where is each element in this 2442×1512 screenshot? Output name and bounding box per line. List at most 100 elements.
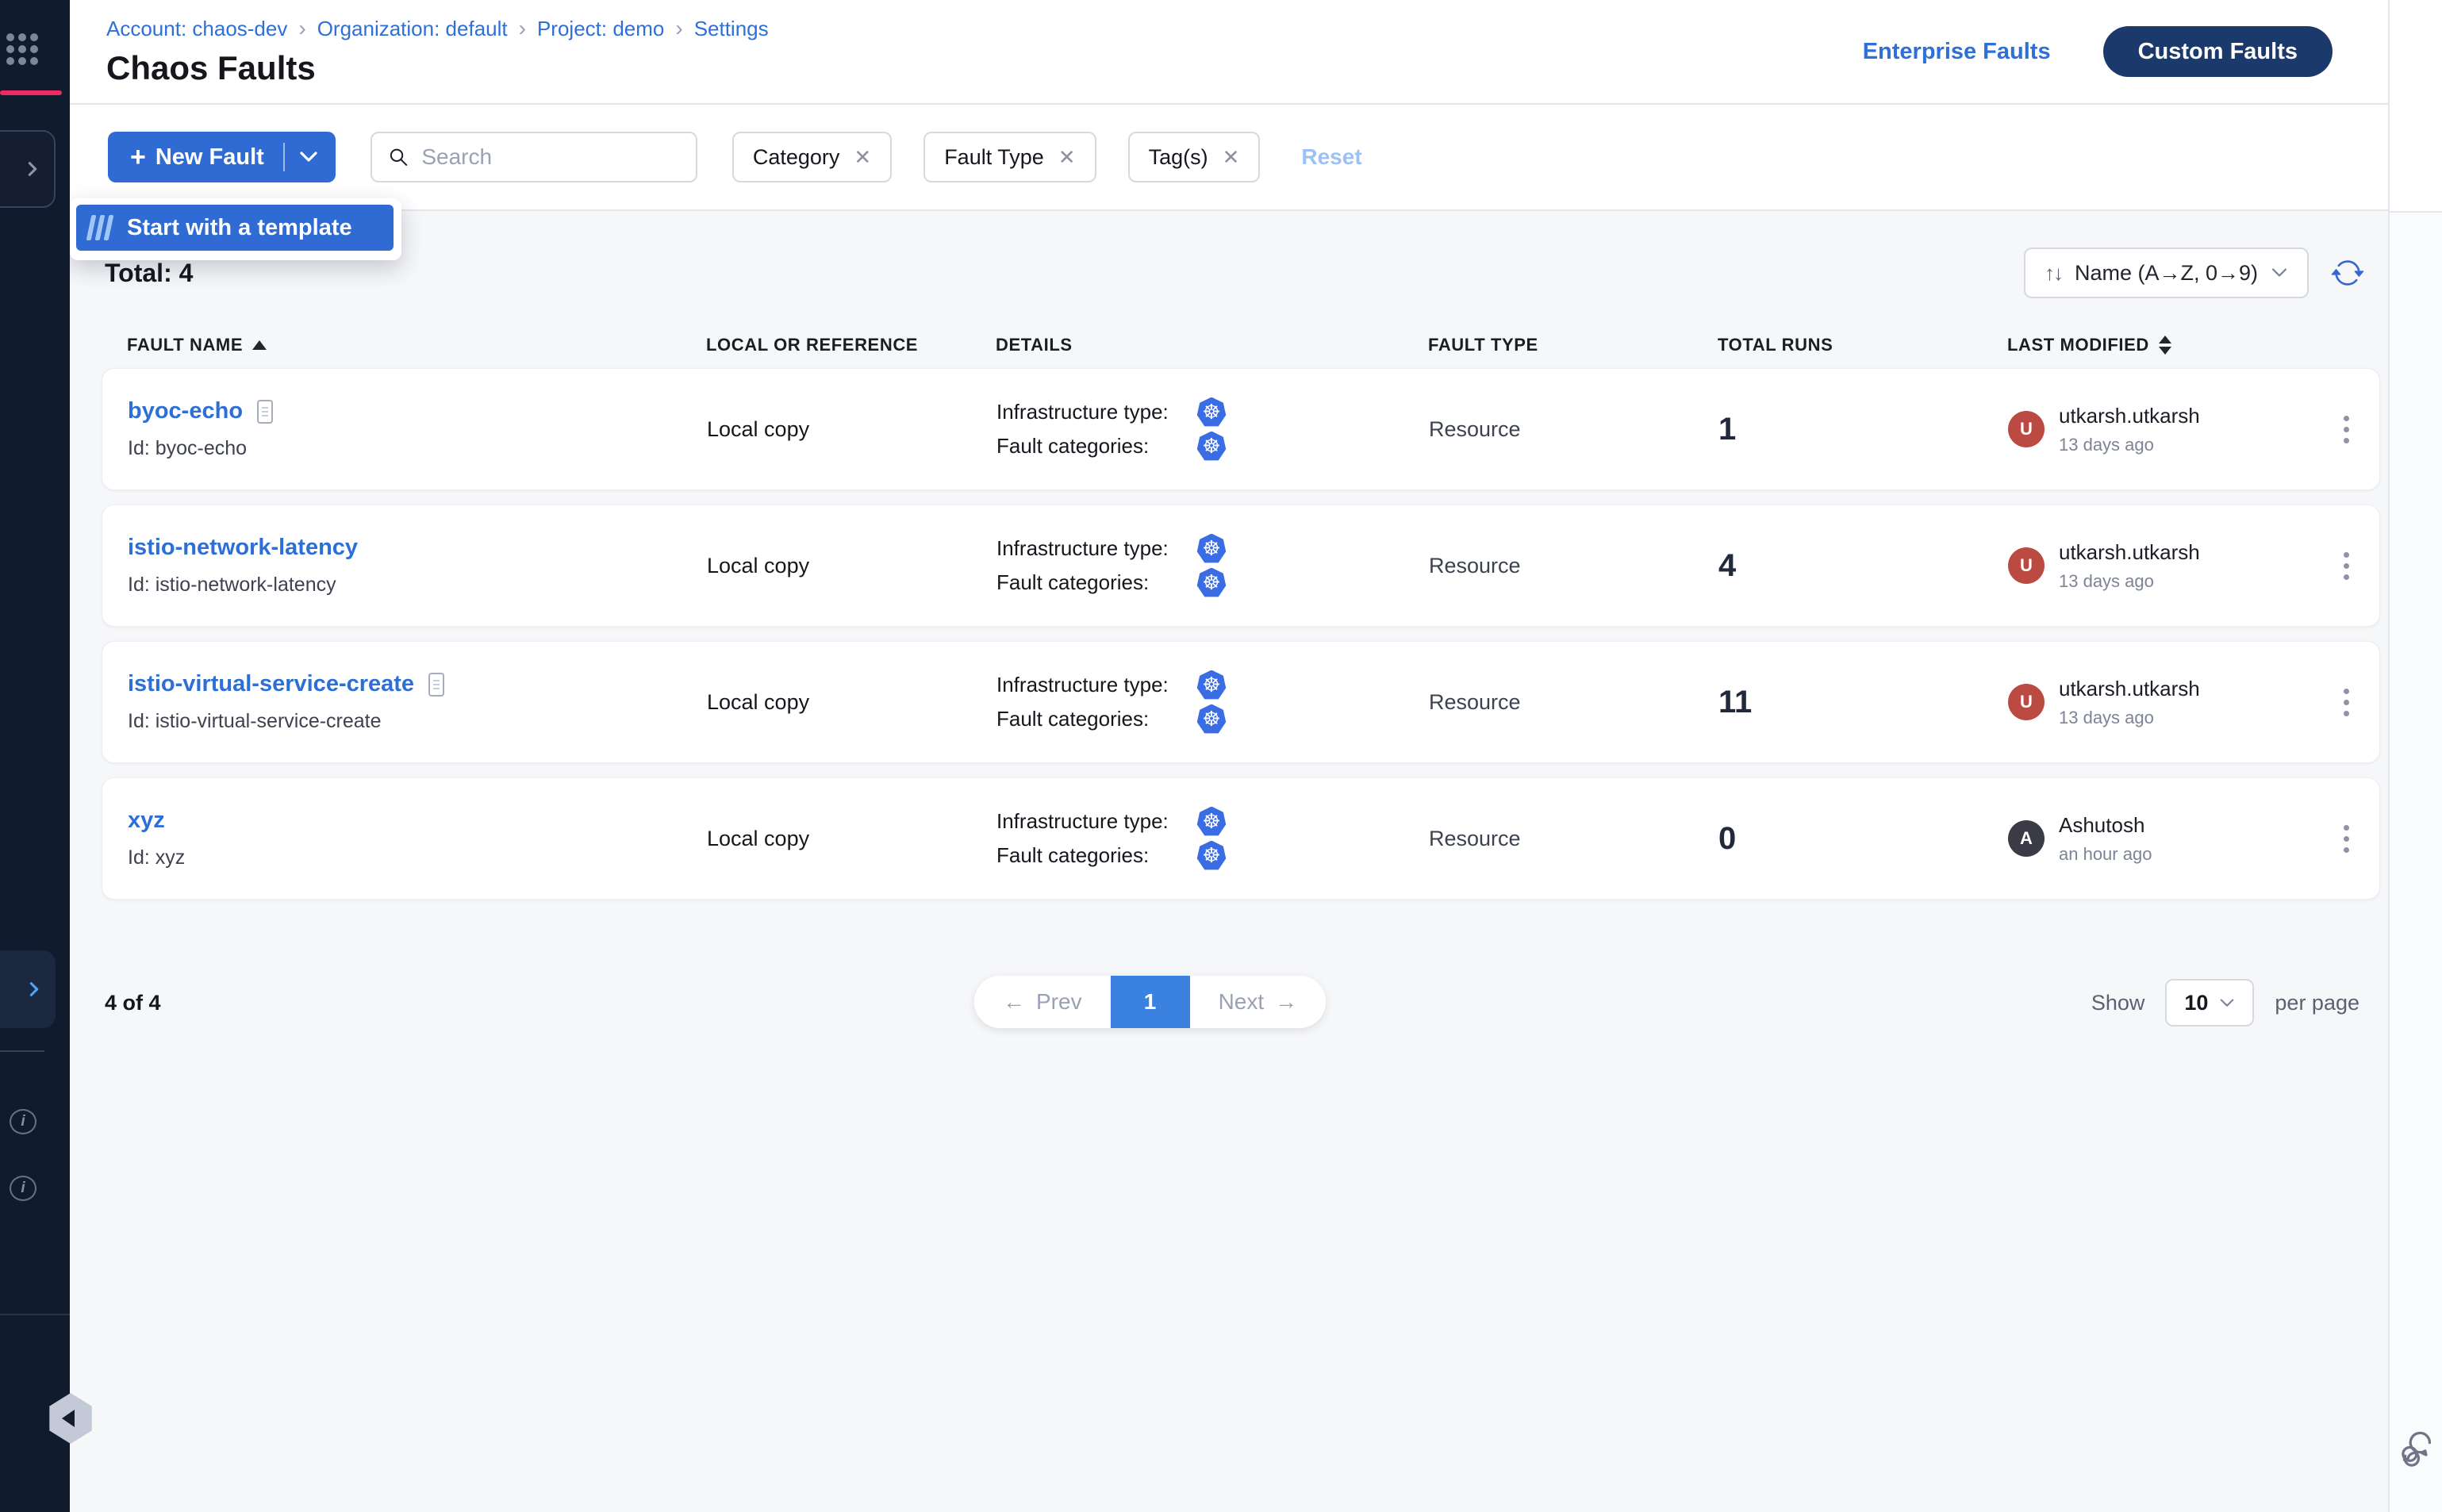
close-icon[interactable]: ✕ bbox=[1058, 145, 1076, 170]
reset-filters-link[interactable]: Reset bbox=[1301, 144, 1361, 170]
avatar: U bbox=[2008, 547, 2045, 584]
column-label: FAULT NAME bbox=[127, 335, 243, 355]
new-fault-button[interactable]: + New Fault bbox=[108, 132, 336, 182]
triangle-left-icon bbox=[62, 1410, 75, 1427]
fault-name-link[interactable]: istio-network-latency bbox=[128, 535, 358, 561]
page-header: Account: chaos-dev › Organization: defau… bbox=[70, 0, 2388, 105]
row-menu-icon[interactable] bbox=[2333, 820, 2360, 858]
breadcrumb-settings[interactable]: Settings bbox=[694, 17, 769, 41]
table-row[interactable]: xyz Id: xyz Local copy Infrastructure ty… bbox=[102, 777, 2380, 900]
filter-chips: Category ✕ Fault Type ✕ Tag(s) ✕ bbox=[732, 132, 1261, 182]
column-label: DETAILS bbox=[996, 335, 1073, 355]
filter-chip-label: Tag(s) bbox=[1149, 145, 1208, 170]
menu-item-label: Start with a template bbox=[127, 215, 352, 241]
column-fault-name[interactable]: FAULT NAME bbox=[127, 335, 706, 355]
infrastructure-type-label: Infrastructure type: bbox=[996, 809, 1196, 834]
breadcrumb-account[interactable]: Account: chaos-dev bbox=[106, 17, 287, 41]
sidebar-divider bbox=[0, 1050, 44, 1052]
breadcrumb-organization[interactable]: Organization: default bbox=[317, 17, 508, 41]
fault-type: Resource bbox=[1429, 690, 1718, 715]
modified-by: utkarsh.utkarsh bbox=[2059, 677, 2200, 701]
fault-categories-label: Fault categories: bbox=[996, 570, 1196, 595]
per-page-label: per page bbox=[2275, 991, 2359, 1015]
table-row[interactable]: istio-virtual-service-create Id: is bbox=[102, 641, 2380, 763]
apps-grid-icon[interactable] bbox=[6, 33, 41, 65]
modified-by: utkarsh.utkarsh bbox=[2059, 404, 2200, 428]
copy-id-icon[interactable] bbox=[255, 399, 275, 424]
sidebar-expand-toggle[interactable] bbox=[0, 130, 56, 208]
enterprise-faults-link[interactable]: Enterprise Faults bbox=[1863, 39, 2051, 65]
refresh-icon bbox=[2331, 256, 2364, 290]
infrastructure-type-label: Infrastructure type: bbox=[996, 400, 1196, 424]
modified-time: an hour ago bbox=[2059, 844, 2152, 865]
info-icon[interactable]: i bbox=[10, 1109, 36, 1134]
kubernetes-icon: ☸ bbox=[1196, 704, 1227, 735]
search-input[interactable] bbox=[421, 144, 679, 170]
support-chat-icon[interactable] bbox=[2396, 1428, 2437, 1469]
row-menu-icon[interactable] bbox=[2333, 411, 2360, 448]
filter-chip-label: Category bbox=[753, 145, 840, 170]
toolbar: + New Fault Category ✕ Fault Type ✕ bbox=[70, 105, 2388, 211]
column-label: LAST MODIFIED bbox=[2007, 335, 2149, 355]
kubernetes-icon: ☸ bbox=[1196, 807, 1227, 837]
plus-icon: + bbox=[130, 142, 146, 173]
local-or-reference: Local copy bbox=[707, 417, 996, 442]
page-title: Chaos Faults bbox=[106, 49, 769, 87]
row-menu-icon[interactable] bbox=[2333, 547, 2360, 585]
fault-id: Id: byoc-echo bbox=[128, 437, 707, 460]
pager: ← Prev 1 Next → bbox=[974, 976, 1326, 1028]
fault-rows: byoc-echo Id: byoc-echo bbox=[102, 368, 2380, 900]
table-row[interactable]: istio-network-latency Id: istio-network-… bbox=[102, 505, 2380, 627]
chevron-down-icon bbox=[2271, 267, 2288, 278]
page-1-button[interactable]: 1 bbox=[1111, 976, 1190, 1028]
start-with-template-menu-item[interactable]: Start with a template bbox=[76, 205, 394, 251]
prev-page-button[interactable]: ← Prev bbox=[974, 976, 1111, 1028]
modified-by: utkarsh.utkarsh bbox=[2059, 540, 2200, 565]
breadcrumb-project[interactable]: Project: demo bbox=[537, 17, 664, 41]
column-local-or-reference: LOCAL OR REFERENCE bbox=[706, 335, 996, 355]
close-icon[interactable]: ✕ bbox=[1223, 145, 1240, 170]
fault-categories-label: Fault categories: bbox=[996, 843, 1196, 868]
chevron-down-icon bbox=[299, 151, 318, 163]
filter-chip-fault-type[interactable]: Fault Type ✕ bbox=[923, 132, 1096, 182]
close-icon[interactable]: ✕ bbox=[854, 145, 871, 170]
info-icon[interactable]: i bbox=[10, 1176, 36, 1201]
new-fault-dropdown-menu: Start with a template bbox=[70, 198, 401, 260]
kubernetes-icon: ☸ bbox=[1196, 397, 1227, 428]
filter-chip-tags[interactable]: Tag(s) ✕ bbox=[1128, 132, 1261, 182]
custom-faults-button[interactable]: Custom Faults bbox=[2103, 26, 2333, 77]
next-page-button[interactable]: Next → bbox=[1190, 976, 1327, 1028]
local-or-reference: Local copy bbox=[707, 690, 996, 715]
fault-name-link[interactable]: byoc-echo bbox=[128, 398, 243, 424]
total-runs: 0 bbox=[1718, 821, 2008, 857]
fault-name-link[interactable]: istio-virtual-service-create bbox=[128, 671, 414, 697]
sort-arrows-icon: ↑↓ bbox=[2045, 261, 2062, 286]
faults-list-section: Total: 4 ↑↓ Name (A→Z, 0→9) bbox=[70, 211, 2388, 1512]
sort-ascending-icon bbox=[252, 340, 267, 350]
sort-dropdown[interactable]: ↑↓ Name (A→Z, 0→9) bbox=[2024, 248, 2309, 298]
fault-id: Id: istio-virtual-service-create bbox=[128, 710, 707, 733]
refresh-button[interactable] bbox=[2331, 256, 2364, 290]
search-icon bbox=[388, 145, 409, 169]
column-details: DETAILS bbox=[996, 335, 1428, 355]
copy-id-icon[interactable] bbox=[427, 672, 446, 697]
per-page-select[interactable]: 10 bbox=[2165, 979, 2254, 1027]
fault-id: Id: istio-network-latency bbox=[128, 574, 707, 597]
app-root: i i Account: chaos-dev › Organization: d… bbox=[0, 0, 2442, 1512]
column-label: FAULT TYPE bbox=[1428, 335, 1538, 355]
row-menu-icon[interactable] bbox=[2333, 684, 2360, 721]
filter-chip-category[interactable]: Category ✕ bbox=[732, 132, 892, 182]
fault-categories-label: Fault categories: bbox=[996, 707, 1196, 731]
sidebar-expand-toggle-bottom[interactable] bbox=[0, 950, 56, 1028]
fault-name-link[interactable]: xyz bbox=[128, 808, 165, 834]
fault-id: Id: xyz bbox=[128, 846, 707, 869]
kubernetes-icon: ☸ bbox=[1196, 534, 1227, 564]
new-fault-dropdown-toggle[interactable] bbox=[285, 151, 332, 163]
table-header: FAULT NAME LOCAL OR REFERENCE DETAILS FA… bbox=[102, 335, 2380, 355]
total-runs: 4 bbox=[1718, 548, 2008, 584]
left-sidebar: i i bbox=[0, 0, 70, 1512]
column-label: LOCAL OR REFERENCE bbox=[706, 335, 918, 355]
table-row[interactable]: byoc-echo Id: byoc-echo bbox=[102, 368, 2380, 490]
column-last-modified[interactable]: LAST MODIFIED bbox=[2007, 335, 2309, 355]
breadcrumb-separator: › bbox=[519, 16, 526, 41]
